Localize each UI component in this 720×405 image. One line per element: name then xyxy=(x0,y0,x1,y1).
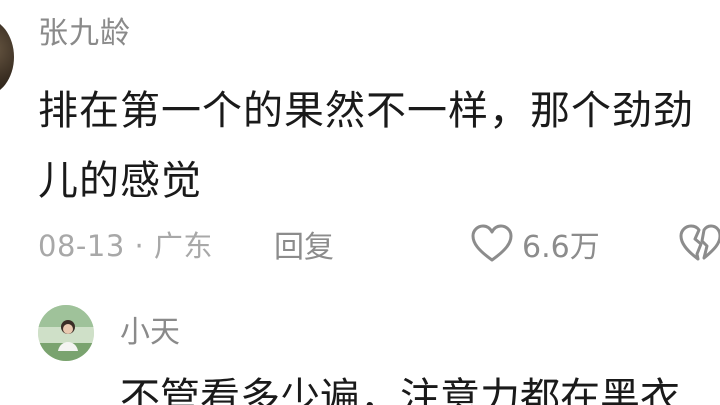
reply-avatar[interactable] xyxy=(38,305,94,361)
comment-meta-row: 08-13 · 广东 回复 6.6万 xyxy=(38,222,720,266)
reply-username[interactable]: 小天 xyxy=(120,313,180,353)
like-count: 6.6万 xyxy=(522,230,600,265)
heart-outline-icon xyxy=(471,224,513,262)
reply-body: 不管看多少遍，注意力都在黑衣 xyxy=(120,375,680,405)
reply-button[interactable]: 回复 xyxy=(274,222,334,266)
broken-heart-icon xyxy=(679,224,720,261)
commenter-avatar[interactable] xyxy=(0,18,14,96)
reply-comment: 小天 不管看多少遍，注意力都在黑衣 xyxy=(38,303,720,405)
comment-line-2: 儿的感觉 xyxy=(38,158,202,204)
comment-screen: 张九龄 排在第一个的果然不一样，那个劲劲 儿的感觉 08-13 · 广东 回复 … xyxy=(0,0,720,405)
comment-body: 排在第一个的果然不一样，那个劲劲 儿的感觉 xyxy=(38,76,720,216)
comment-date-location: 08-13 · 广东 xyxy=(38,229,213,263)
reply-avatar-image xyxy=(38,305,94,361)
dislike-button[interactable] xyxy=(678,224,720,268)
commenter-username[interactable]: 张九龄 xyxy=(38,14,131,54)
like-button[interactable]: 6.6万 xyxy=(470,222,600,266)
comment-line-1: 排在第一个的果然不一样，那个劲劲 xyxy=(38,88,694,134)
